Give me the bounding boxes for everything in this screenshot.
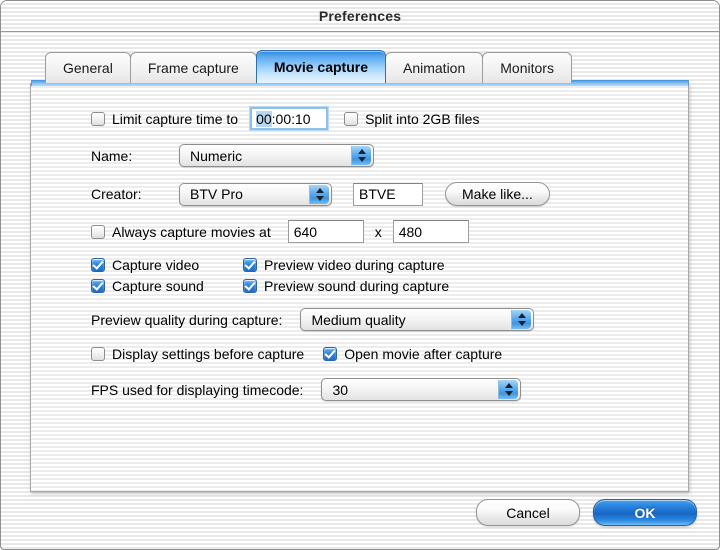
ok-button[interactable]: OK [593, 499, 697, 526]
arrow-down-icon [316, 196, 324, 201]
arrow-up-icon [316, 188, 324, 193]
capture-sound-checkbox[interactable] [91, 279, 105, 293]
always-capture-label: Always capture movies at [112, 224, 271, 240]
chevron-updown-icon[interactable] [511, 310, 531, 329]
preview-video-checkbox[interactable] [243, 258, 257, 272]
chevron-updown-icon[interactable] [309, 185, 329, 204]
tab-movie-capture-label: Movie capture [274, 59, 368, 75]
capture-time-selected-segment: 00 [256, 111, 272, 127]
arrow-down-icon [518, 321, 526, 326]
preview-quality-value: Medium quality [311, 312, 405, 328]
dialog-footer: Cancel OK [476, 499, 697, 526]
name-popup-value: Numeric [190, 148, 242, 164]
capture-sound-label: Capture sound [112, 278, 243, 294]
window-titlebar[interactable]: Preferences [1, 1, 719, 32]
creator-label: Creator: [91, 186, 179, 202]
split-2gb-checkbox[interactable] [344, 112, 358, 126]
cancel-button[interactable]: Cancel [476, 499, 580, 526]
chevron-updown-icon[interactable] [351, 146, 371, 165]
name-popup-button[interactable]: Numeric [179, 144, 374, 167]
capture-width-field[interactable]: 640 [288, 220, 364, 243]
fps-popup-value: 30 [332, 382, 348, 398]
name-row: Name: Numeric [91, 144, 374, 167]
display-settings-label: Display settings before capture [112, 346, 304, 362]
arrow-up-icon [518, 313, 526, 318]
capture-sound-row: Capture sound Preview sound during captu… [91, 278, 449, 294]
open-movie-label: Open movie after capture [344, 346, 502, 362]
capture-video-label: Capture video [112, 257, 243, 273]
preview-sound-label: Preview sound during capture [264, 278, 449, 294]
chevron-updown-icon[interactable] [498, 380, 518, 399]
always-capture-checkbox[interactable] [91, 225, 105, 239]
limit-capture-time-checkbox[interactable] [91, 112, 105, 126]
tab-animation-label: Animation [403, 60, 465, 76]
capture-height-field[interactable]: 480 [393, 220, 469, 243]
arrow-up-icon [358, 149, 366, 154]
display-settings-row: Display settings before capture Open mov… [91, 346, 502, 362]
open-movie-checkbox[interactable] [323, 347, 337, 361]
capture-time-field[interactable]: 00:00:10 [250, 107, 328, 130]
tab-movie-capture[interactable]: Movie capture [256, 50, 386, 83]
tab-strip: General Frame capture Movie capture Anim… [45, 49, 571, 83]
tab-general-label: General [63, 60, 113, 76]
arrow-down-icon [358, 157, 366, 162]
preview-video-label: Preview video during capture [264, 257, 445, 273]
preview-quality-popup-button[interactable]: Medium quality [300, 308, 534, 331]
limit-capture-time-row: Limit capture time to 00:00:10 Split int… [91, 107, 479, 130]
tab-monitors-label: Monitors [500, 60, 554, 76]
movie-capture-settings: Limit capture time to 00:00:10 Split int… [31, 84, 688, 491]
capture-video-row: Capture video Preview video during captu… [91, 257, 445, 273]
window-title: Preferences [319, 8, 401, 24]
tab-content-panel: Limit capture time to 00:00:10 Split int… [30, 83, 689, 492]
display-settings-checkbox[interactable] [91, 347, 105, 361]
window-body: General Frame capture Movie capture Anim… [1, 32, 719, 549]
tab-monitors[interactable]: Monitors [482, 52, 572, 83]
arrow-up-icon [505, 383, 513, 388]
creator-row: Creator: BTV Pro BTVE Make like... [91, 182, 550, 206]
fps-label: FPS used for displaying timecode: [91, 382, 303, 398]
limit-capture-time-label: Limit capture time to [112, 111, 238, 127]
creator-popup-button[interactable]: BTV Pro [179, 183, 332, 206]
capture-time-remainder: :00:10 [272, 111, 311, 127]
tab-frame-capture[interactable]: Frame capture [130, 52, 257, 83]
arrow-down-icon [505, 391, 513, 396]
always-capture-row: Always capture movies at 640 x 480 [91, 220, 469, 243]
capture-video-checkbox[interactable] [91, 258, 105, 272]
preview-quality-label: Preview quality during capture: [91, 312, 282, 328]
preferences-window: Preferences General Frame capture Movie … [0, 0, 720, 550]
tab-general[interactable]: General [45, 52, 131, 83]
make-like-button[interactable]: Make like... [445, 182, 550, 206]
creator-popup-value: BTV Pro [190, 186, 243, 202]
name-label: Name: [91, 148, 179, 164]
fps-row: FPS used for displaying timecode: 30 [91, 378, 521, 401]
tab-animation[interactable]: Animation [385, 52, 483, 83]
fps-popup-button[interactable]: 30 [321, 378, 521, 401]
preview-quality-row: Preview quality during capture: Medium q… [91, 308, 534, 331]
split-2gb-label: Split into 2GB files [365, 111, 479, 127]
preview-sound-checkbox[interactable] [243, 279, 257, 293]
creator-code-field[interactable]: BTVE [353, 183, 423, 206]
tab-frame-capture-label: Frame capture [148, 60, 239, 76]
dimension-separator: x [375, 224, 382, 240]
